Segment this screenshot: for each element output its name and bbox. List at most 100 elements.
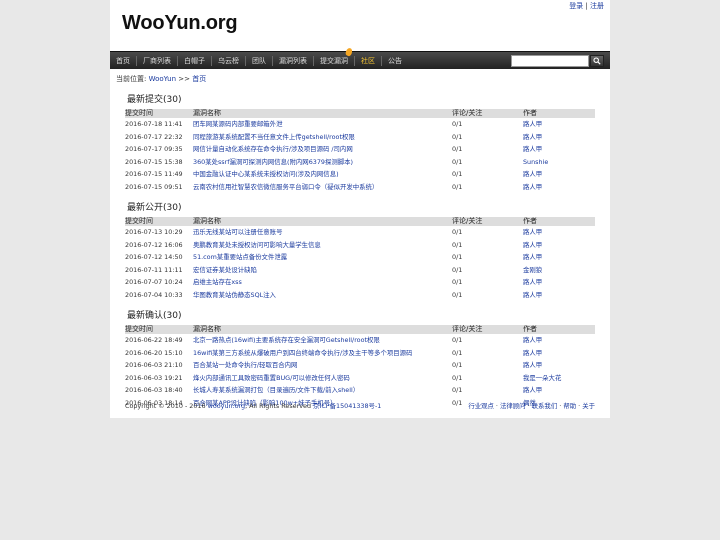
- nav-item-teams[interactable]: 团队: [246, 52, 272, 70]
- bug-title-link[interactable]: 迅乐无线某站可以注册任意账号: [193, 228, 282, 236]
- submit-time: 2016-07-17 09:35: [125, 145, 183, 153]
- bug-title-link[interactable]: 宏信证券某处设计缺陷: [193, 266, 257, 274]
- nav-item-community[interactable]: 社区: [355, 52, 381, 70]
- submit-time: 2016-07-13 10:29: [125, 228, 183, 236]
- bug-name-cell: 迅乐无线某站可以注册任意账号: [193, 226, 452, 239]
- search-button[interactable]: [590, 55, 604, 67]
- author-link[interactable]: 路人甲: [523, 278, 542, 286]
- user-links: 登录 | 注册: [569, 1, 604, 11]
- table-row: 2016-07-17 22:32 同程旅游某系统配置不当任意文件上传getshel…: [125, 131, 595, 144]
- footer-site-link[interactable]: wooyun.org: [208, 402, 245, 410]
- author-link[interactable]: 我是一朵大花: [523, 374, 561, 382]
- author-link[interactable]: 路人甲: [523, 241, 542, 249]
- bug-name-cell: 宏信证券某处设计缺陷: [193, 264, 452, 277]
- column-header-time: 提交时间: [125, 217, 193, 226]
- page-container: WooYun.org 登录 | 注册 首页 厂商列表 白帽子 乌云榜 团队 漏洞…: [110, 0, 610, 418]
- register-link[interactable]: 注册: [590, 2, 604, 10]
- icp-link[interactable]: 京ICP备15041338号-1: [313, 402, 381, 410]
- author-cell: 路人甲: [523, 143, 595, 156]
- bug-title-link[interactable]: 51.com某重要站点备份文件泄露: [193, 253, 287, 261]
- author-link[interactable]: 路人甲: [523, 120, 542, 128]
- author-link[interactable]: 路人甲: [523, 349, 542, 357]
- nav-item-bug-list[interactable]: 漏洞列表: [273, 52, 313, 70]
- author-link[interactable]: 路人甲: [523, 361, 542, 369]
- bug-title-link[interactable]: 网信计量自动化系统存在命令执行/涉及项目源码 /司内网: [193, 145, 353, 153]
- author-link[interactable]: 金刚狼: [523, 266, 542, 274]
- bug-name-cell: 长城人寿某系统漏洞打包（目录遍历/文件下载/前入shell）: [193, 384, 452, 397]
- section-latest-public: 最新公开(30) 提交时间 漏洞名称 评论/关注 作者 2016-07-13 10:29 迅…: [125, 202, 595, 301]
- bug-title-link[interactable]: 团车网某源码内部重要邮箱外泄: [193, 120, 282, 128]
- table-row: 2016-07-13 10:29 迅乐无线某站可以注册任意账号 0/1 路人甲: [125, 226, 595, 239]
- nav-item-submit-bug[interactable]: 提交漏洞: [314, 52, 354, 70]
- submit-time: 2016-06-03 21:10: [125, 361, 183, 369]
- bug-title-link[interactable]: 北京一路热点(16wifi)主要系统存在安全漏洞可Getshell/root权限: [193, 336, 380, 344]
- author-link[interactable]: 路人甲: [523, 386, 542, 394]
- bug-title-link[interactable]: 烽火内部通讯工具致密码重置BUG/可以修改任何人密码: [193, 374, 350, 382]
- nav-item-whitehats[interactable]: 白帽子: [178, 52, 211, 70]
- table-header-row: 提交时间 漏洞名称 评论/关注 作者: [125, 109, 595, 118]
- bug-title-link[interactable]: 同程旅游某系统配置不当任意文件上传getshell/root权限: [193, 133, 355, 141]
- author-cell: 路人甲: [523, 251, 595, 264]
- bug-title-link[interactable]: 长城人寿某系统漏洞打包（目录遍历/文件下载/前入shell）: [193, 386, 359, 394]
- nav-item-vendors[interactable]: 厂商列表: [137, 52, 177, 70]
- bug-title-link[interactable]: 云南农村信用社智慧农信微信服务平台弱口令（疑似开发中系统）: [193, 183, 378, 191]
- bug-title-link[interactable]: 中国金融认证中心某系统未授权访问(涉及内网信息): [193, 170, 339, 178]
- breadcrumb-root-link[interactable]: WooYun: [149, 75, 176, 83]
- footer-link-legal[interactable]: 法律顾问: [500, 402, 526, 410]
- author-cell: 路人甲: [523, 359, 595, 372]
- column-header-attention: 评论/关注: [452, 325, 523, 334]
- nav-item-ranking[interactable]: 乌云榜: [212, 52, 245, 70]
- table-header-row: 提交时间 漏洞名称 评论/关注 作者: [125, 325, 595, 334]
- footer-link-contact[interactable]: 联系我们: [532, 402, 558, 410]
- table-row: 2016-07-15 15:38 360某处ssrf漏洞可探测内网信息(附内网63…: [125, 156, 595, 169]
- table-row: 2016-06-03 18:40 长城人寿某系统漏洞打包（目录遍历/文件下载/前入…: [125, 384, 595, 397]
- comment-attention-count: 0/1: [452, 228, 463, 236]
- footer-link-help[interactable]: 帮助: [563, 402, 576, 410]
- footer-link-industry[interactable]: 行业观点: [468, 402, 494, 410]
- submit-time: 2016-06-03 18:40: [125, 386, 183, 394]
- comment-attention-count: 0/1: [452, 157, 463, 166]
- author-link[interactable]: 路人甲: [523, 170, 542, 178]
- author-cell: 路人甲: [523, 181, 595, 194]
- author-link[interactable]: Sunshie: [523, 158, 548, 166]
- search-input[interactable]: [511, 55, 589, 67]
- search-box: [511, 55, 604, 67]
- bug-title-link[interactable]: 奥鹏教育某处未授权访问可影响大量学生信息: [193, 241, 321, 249]
- footer-links: 行业观点 · 法律顾问 · 联系我们 · 帮助 · 关于: [468, 401, 595, 410]
- author-link[interactable]: 路人甲: [523, 291, 542, 299]
- bug-name-cell: 16wifi某第三方系统从爆破用户到四台终端命令执行/涉及主干等多个项目源码: [193, 347, 452, 360]
- author-link[interactable]: 路人甲: [523, 133, 542, 141]
- nav-item-announcements[interactable]: 公告: [382, 52, 408, 70]
- author-cell: 路人甲: [523, 239, 595, 252]
- bug-name-cell: 烽火内部通讯工具致密码重置BUG/可以修改任何人密码: [193, 372, 452, 385]
- bug-title-link[interactable]: 360某处ssrf漏洞可探测内网信息(附内网6379探测脚本): [193, 158, 353, 166]
- table-row: 2016-07-04 10:33 华图教育某站伪静态SQL注入 0/1 路人甲: [125, 289, 595, 302]
- author-link[interactable]: 路人甲: [523, 228, 542, 236]
- author-link[interactable]: 路人甲: [523, 145, 542, 153]
- author-link[interactable]: 路人甲: [523, 336, 542, 344]
- table-row: 2016-07-18 11:41 团车网某源码内部重要邮箱外泄 0/1 路人甲: [125, 118, 595, 131]
- author-cell: 路人甲: [523, 276, 595, 289]
- nav-item-home[interactable]: 首页: [110, 52, 136, 70]
- submit-time: 2016-07-12 16:06: [125, 240, 183, 249]
- site-logo[interactable]: WooYun.org: [122, 12, 238, 35]
- author-cell: 路人甲: [523, 334, 595, 347]
- table-row: 2016-07-15 11:49 中国金融认证中心某系统未授权访问(涉及内网信息)…: [125, 168, 595, 181]
- submit-time: 2016-07-15 15:38: [125, 157, 183, 166]
- comment-attention-count: 0/1: [452, 145, 463, 153]
- column-header-name: 漏洞名称: [193, 109, 452, 118]
- bug-title-link[interactable]: 16wifi某第三方系统从爆破用户到四台终端命令执行/涉及主干等多个项目源码: [193, 349, 412, 357]
- bug-name-cell: 奥鹏教育某处未授权访问可影响大量学生信息: [193, 239, 452, 252]
- column-header-author: 作者: [523, 109, 595, 118]
- author-link[interactable]: 路人甲: [523, 253, 542, 261]
- bug-title-link[interactable]: 华图教育某站伪静态SQL注入: [193, 291, 276, 299]
- author-link[interactable]: 路人甲: [523, 183, 542, 191]
- submit-time: 2016-07-17 22:32: [125, 132, 183, 141]
- bug-title-link[interactable]: 百合某站一处命令执行/轻取百合内网: [193, 361, 297, 369]
- bug-title-link[interactable]: 启维主站存在xss: [193, 278, 242, 286]
- author-cell: 路人甲: [523, 131, 595, 144]
- login-link[interactable]: 登录: [569, 2, 583, 10]
- table-row: 2016-07-07 10:24 启维主站存在xss 0/1 路人甲: [125, 276, 595, 289]
- footer-link-about[interactable]: 关于: [582, 402, 595, 410]
- breadcrumb-current-link[interactable]: 首页: [192, 75, 206, 83]
